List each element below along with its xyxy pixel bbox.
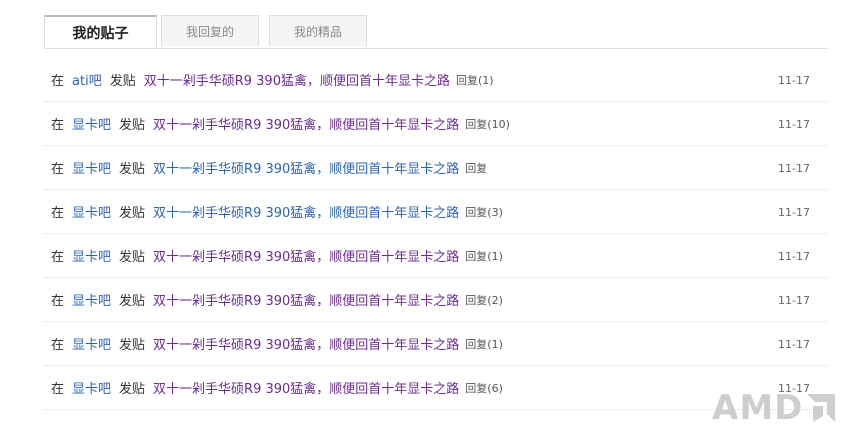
forum-link[interactable]: 显卡吧 [72,290,111,309]
post-action: 发贴 [119,382,146,397]
post-date: 11-17 [778,161,810,175]
amd-arrow-icon [807,394,836,422]
reply-count-link[interactable]: 回复(3) [465,204,503,220]
list-item: 在 显卡吧 发贴 双十一剁手华硕R9 390猛禽，顺便回首十年显卡之路 回复 1… [44,146,828,190]
post-list: 在 ati吧 发贴 双十一剁手华硕R9 390猛禽，顺便回首十年显卡之路 回复(… [44,58,828,410]
reply-count-link[interactable]: 回复(1) [465,336,503,352]
reply-count-link[interactable]: 回复(6) [465,380,503,396]
post-date: 11-17 [778,73,810,87]
tab-my-replies[interactable]: 我回复的 [161,15,259,46]
post-date: 11-17 [778,249,810,263]
post-prefix: 在 [51,250,65,265]
reply-count-link[interactable]: 回复 [465,160,487,176]
post-date: 11-17 [778,293,810,307]
post-prefix: 在 [51,162,65,177]
watermark-text: AMD [712,388,804,428]
post-action: 发贴 [119,162,146,177]
post-title-link[interactable]: 双十一剁手华硕R9 390猛禽，顺便回首十年显卡之路 [144,70,450,89]
list-item: 在 显卡吧 发贴 双十一剁手华硕R9 390猛禽，顺便回首十年显卡之路 回复(1… [44,102,828,146]
reply-count-link[interactable]: 回复(10) [465,116,510,132]
post-prefix: 在 [51,118,65,133]
list-item: 在 显卡吧 发贴 双十一剁手华硕R9 390猛禽，顺便回首十年显卡之路 回复(6… [44,366,828,410]
post-prefix: 在 [51,294,65,309]
post-title-link[interactable]: 双十一剁手华硕R9 390猛禽，顺便回首十年显卡之路 [153,158,459,177]
list-item: 在 显卡吧 发贴 双十一剁手华硕R9 390猛禽，顺便回首十年显卡之路 回复(2… [44,278,828,322]
post-action: 发贴 [119,338,146,353]
amd-watermark-logo: AMD [712,388,837,428]
post-date: 11-17 [778,205,810,219]
post-action: 发贴 [119,206,146,221]
tab-my-posts[interactable]: 我的贴子 [44,15,157,48]
post-title-link[interactable]: 双十一剁手华硕R9 390猛禽，顺便回首十年显卡之路 [153,114,459,133]
post-prefix: 在 [51,338,65,353]
post-prefix: 在 [51,74,65,89]
forum-link[interactable]: 显卡吧 [72,246,111,265]
forum-link[interactable]: 显卡吧 [72,158,111,177]
forum-link[interactable]: 显卡吧 [72,202,111,221]
post-title-link[interactable]: 双十一剁手华硕R9 390猛禽，顺便回首十年显卡之路 [153,290,459,309]
reply-count-link[interactable]: 回复(1) [465,248,503,264]
post-prefix: 在 [51,206,65,221]
list-item: 在 ati吧 发贴 双十一剁手华硕R9 390猛禽，顺便回首十年显卡之路 回复(… [44,58,828,102]
post-date: 11-17 [778,117,810,131]
post-action: 发贴 [119,118,146,133]
forum-link[interactable]: 显卡吧 [72,378,111,397]
forum-link[interactable]: 显卡吧 [72,114,111,133]
post-tabs: 我的贴子 我回复的 我的精品 [44,15,828,49]
post-title-link[interactable]: 双十一剁手华硕R9 390猛禽，顺便回首十年显卡之路 [153,202,459,221]
forum-link[interactable]: 显卡吧 [72,334,111,353]
post-title-link[interactable]: 双十一剁手华硕R9 390猛禽，顺便回首十年显卡之路 [153,378,459,397]
reply-count-link[interactable]: 回复(1) [456,72,494,88]
post-action: 发贴 [119,294,146,309]
forum-link[interactable]: ati吧 [72,70,102,89]
post-action: 发贴 [119,250,146,265]
list-item: 在 显卡吧 发贴 双十一剁手华硕R9 390猛禽，顺便回首十年显卡之路 回复(1… [44,322,828,366]
reply-count-link[interactable]: 回复(2) [465,292,503,308]
list-item: 在 显卡吧 发贴 双十一剁手华硕R9 390猛禽，顺便回首十年显卡之路 回复(1… [44,234,828,278]
post-date: 11-17 [778,337,810,351]
tab-my-featured[interactable]: 我的精品 [269,15,367,46]
post-prefix: 在 [51,382,65,397]
list-item: 在 显卡吧 发贴 双十一剁手华硕R9 390猛禽，顺便回首十年显卡之路 回复(3… [44,190,828,234]
post-action: 发贴 [109,74,136,89]
post-title-link[interactable]: 双十一剁手华硕R9 390猛禽，顺便回首十年显卡之路 [153,334,459,353]
post-title-link[interactable]: 双十一剁手华硕R9 390猛禽，顺便回首十年显卡之路 [153,246,459,265]
